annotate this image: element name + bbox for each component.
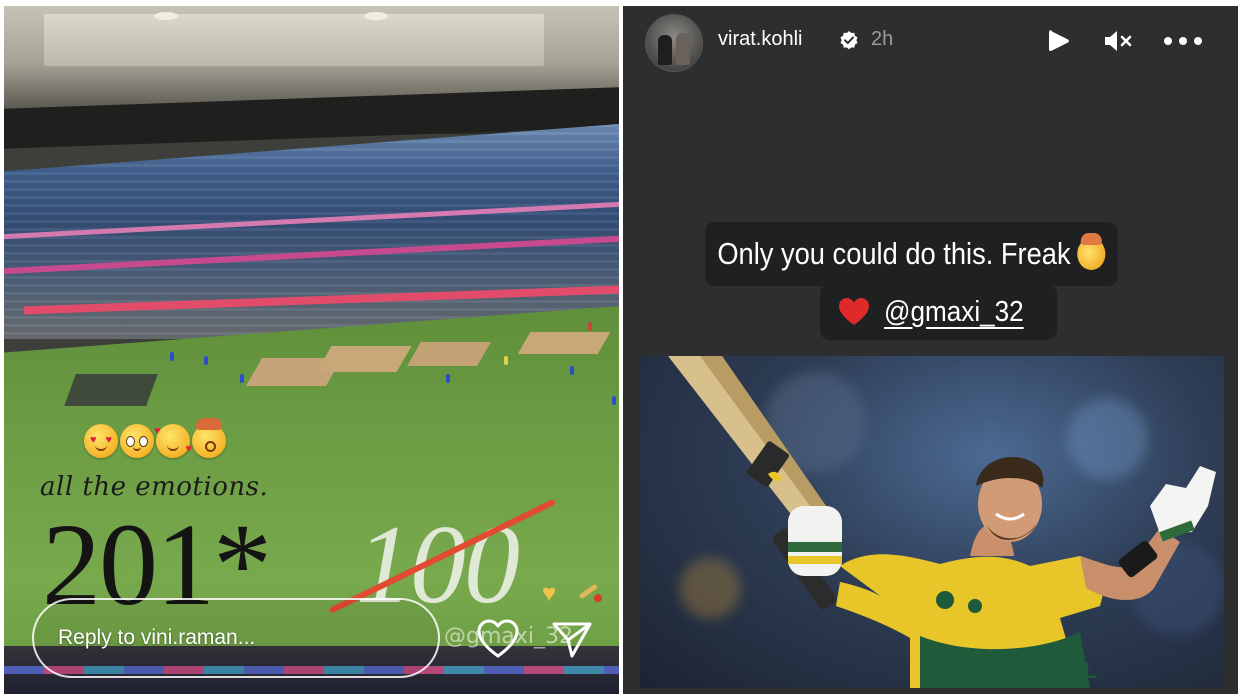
- mute-icon[interactable]: [1103, 28, 1133, 54]
- left-story-panel: ♥ ♥ ♥ ♥ all the emotions. 201* 100 ♥ @gmax…: [4, 6, 619, 694]
- right-story-panel: virat.kohli 2h Only you could do this. F…: [623, 6, 1238, 694]
- play-icon[interactable]: [1047, 28, 1071, 54]
- story-caption-line-1: Only you could do this. Freak: [705, 222, 1119, 286]
- pleading-face-icon: [120, 424, 154, 458]
- caption-text: Only you could do this. Freak: [717, 236, 1071, 271]
- reply-placeholder: Reply to vini.raman...: [58, 626, 256, 649]
- batting-glove-right: [1150, 466, 1216, 542]
- emoji-stickers: ♥ ♥ ♥ ♥: [84, 418, 226, 458]
- player-photo: AUSTRAL: [640, 356, 1224, 688]
- jersey-text: AUSTRAL: [992, 658, 1097, 683]
- batting-glove-left: [788, 506, 842, 576]
- yellow-heart-icon: ♥: [542, 580, 557, 607]
- heart-eyes-face-icon: ♥ ♥: [84, 424, 118, 458]
- red-heart-icon: [839, 298, 869, 325]
- send-icon[interactable]: [550, 618, 594, 660]
- story-timestamp: 2h: [871, 28, 894, 50]
- cricket-bat-ball-icon: [579, 584, 602, 602]
- exploding-head-icon: [1077, 233, 1106, 270]
- mention-link[interactable]: @gmaxi_32: [884, 296, 1024, 329]
- more-icon[interactable]: [1163, 36, 1203, 46]
- heart-icon[interactable]: [476, 618, 520, 660]
- emotions-caption: all the emotions.: [40, 472, 269, 502]
- reply-input[interactable]: Reply to vini.raman...: [32, 598, 440, 678]
- avatar[interactable]: [645, 14, 703, 72]
- story-username[interactable]: virat.kohli: [718, 28, 802, 51]
- exploding-head-icon: [192, 418, 226, 458]
- story-caption-line-2: @gmaxi_32: [820, 284, 1058, 340]
- smiling-face-with-hearts-icon: ♥ ♥: [154, 424, 192, 458]
- verified-badge-icon: [840, 31, 858, 50]
